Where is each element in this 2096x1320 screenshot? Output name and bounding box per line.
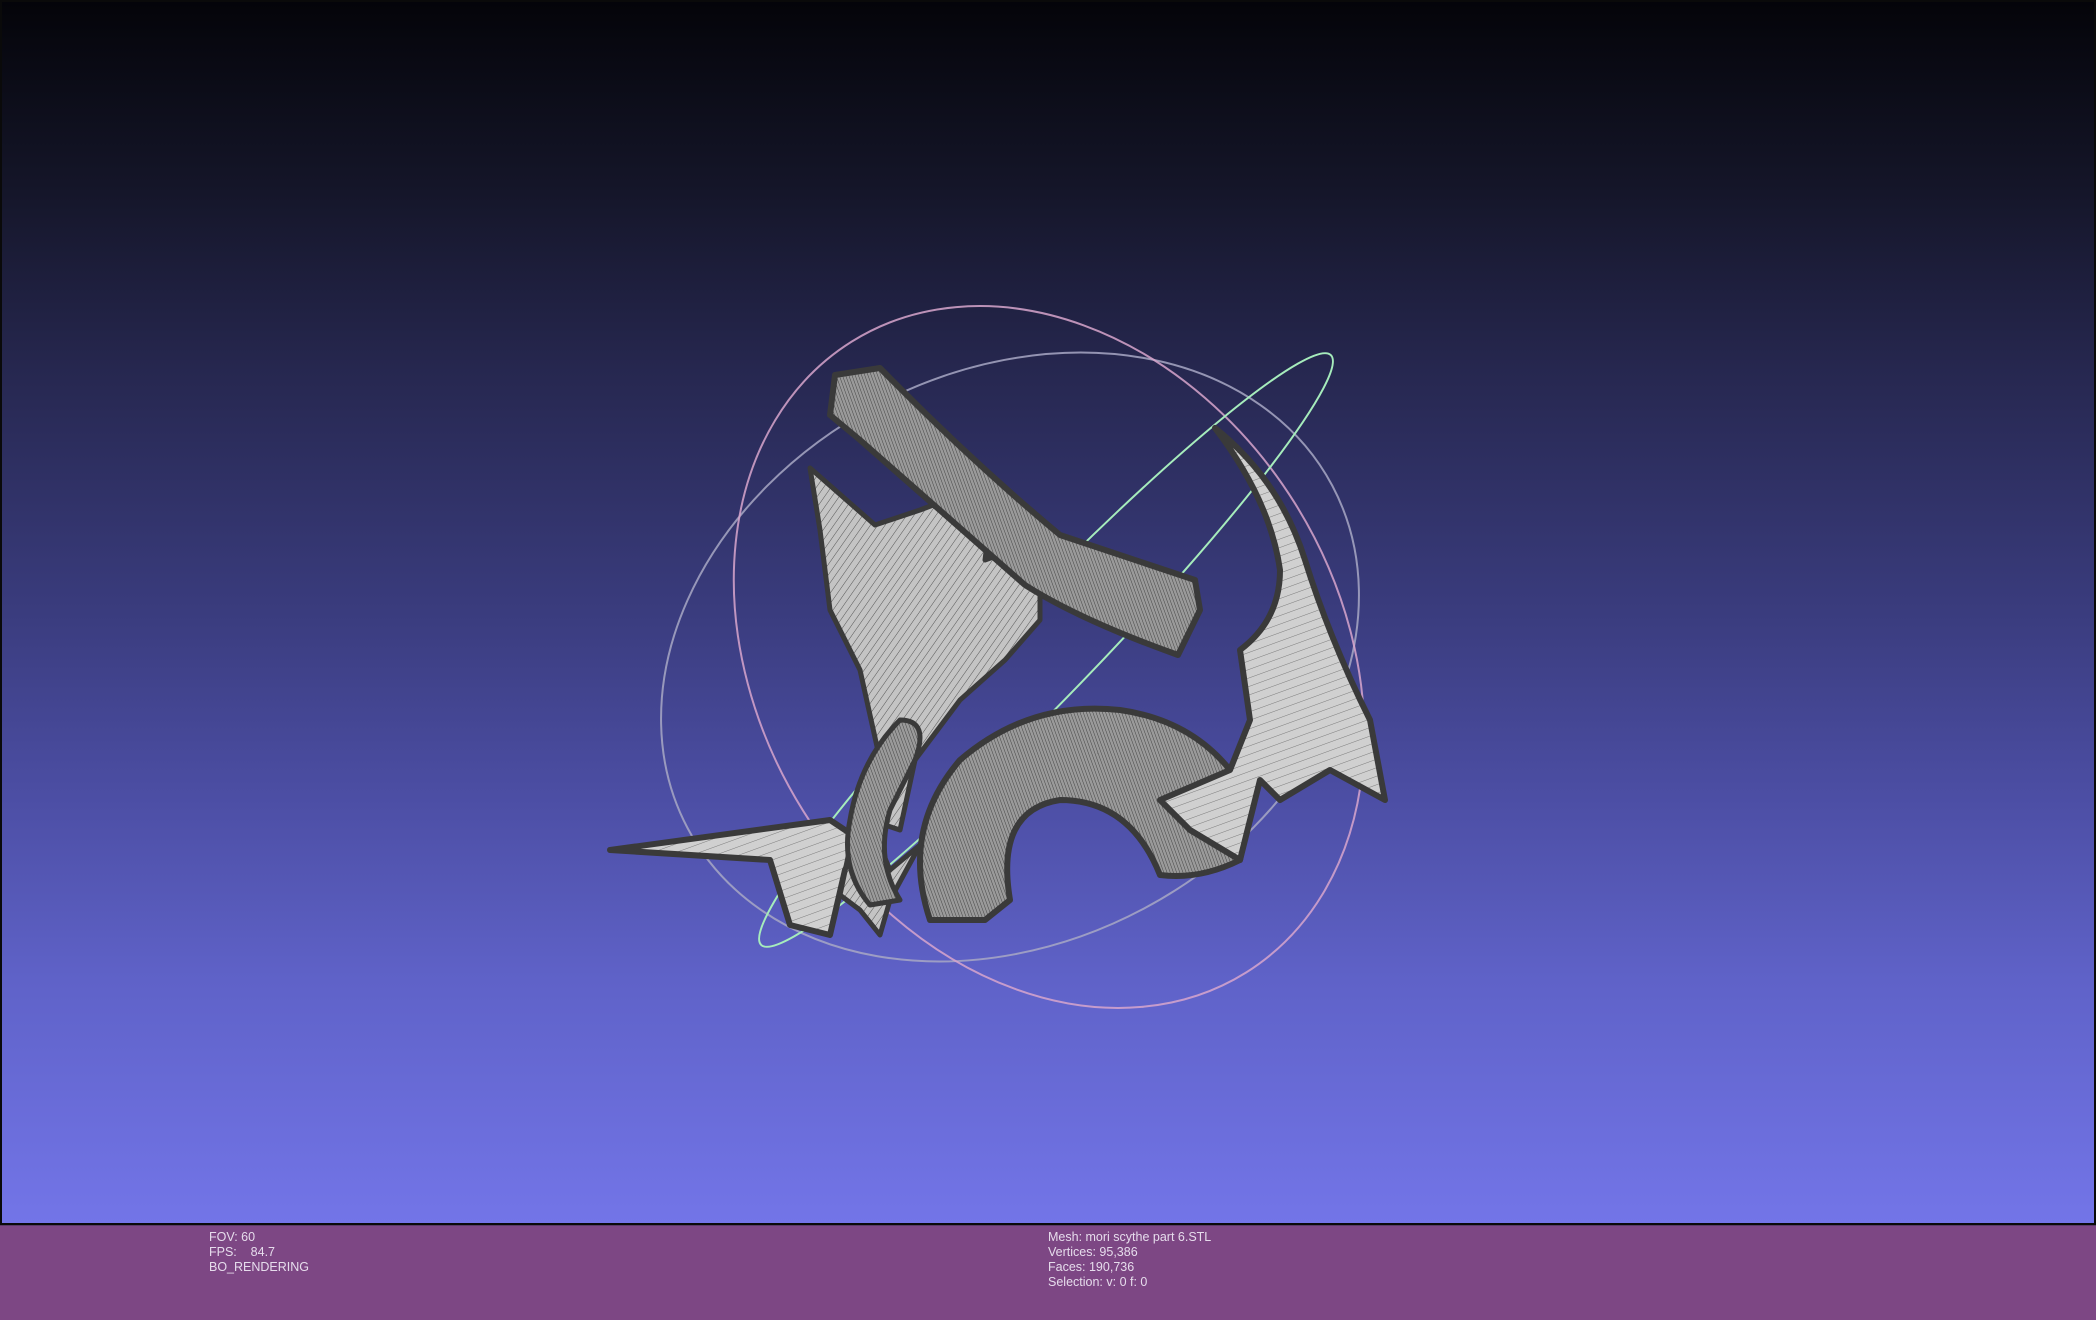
3d-viewport[interactable] [0,0,2096,1225]
mesh-model[interactable] [607,365,1388,938]
mesh-info: Mesh: mori scythe part 6.STL Vertices: 9… [1048,1230,1211,1290]
mesh-spike [607,817,863,938]
vertices-readout: Vertices: 95,386 [1048,1245,1138,1259]
fps-readout: FPS: 84.7 [209,1245,276,1259]
trackball-ring-pink [732,305,1366,1009]
render-mode-readout: BO_RENDERING [209,1260,310,1274]
faces-readout: Faces: 190,736 [1048,1260,1135,1274]
trackball-gizmo[interactable] [554,188,1492,1126]
mesh-blade-right [1157,425,1388,863]
status-bar: FOV: 60 FPS: 84.7 BO_RENDERING Mesh: mor… [0,1225,2096,1320]
fov-readout: FOV: 60 [209,1230,256,1244]
mesh-scene[interactable] [0,0,2096,1225]
mesh-arc-ring [845,717,923,908]
render-info: FOV: 60 FPS: 84.7 BO_RENDERING [209,1230,309,1275]
meshlab-window: FOV: 60 FPS: 84.7 BO_RENDERING Mesh: mor… [0,0,2096,1320]
selection-readout: Selection: v: 0 f: 0 [1048,1275,1148,1289]
mesh-name-readout: Mesh: mori scythe part 6.STL [1048,1230,1212,1244]
